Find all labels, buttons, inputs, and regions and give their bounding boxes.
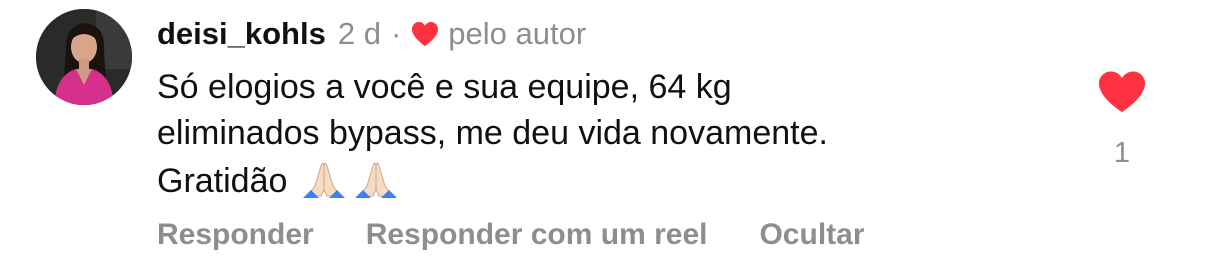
like-heart-icon[interactable] xyxy=(1097,70,1147,114)
comment-text-line: Gratidão xyxy=(157,162,288,200)
comment-text-line: eliminados bypass, me deu vida novamente… xyxy=(157,114,828,152)
avatar-image xyxy=(36,9,132,105)
folded-hands-emoji-icon xyxy=(301,156,347,198)
comment-header: deisi_kohls 2 d · pelo autor xyxy=(157,14,586,54)
like-count[interactable]: 1 xyxy=(1095,136,1149,170)
username-link[interactable]: deisi_kohls xyxy=(157,16,326,52)
comment-item: deisi_kohls 2 d · pelo autor Só elogios … xyxy=(0,0,1206,261)
comment-text-line: Só elogios a você e sua equipe, 64 kg xyxy=(157,68,732,106)
comment-like-area: 1 xyxy=(1095,70,1149,170)
folded-hands-emoji-icon xyxy=(353,156,399,198)
comment-actions: Responder Responder com um reel Ocultar xyxy=(157,218,865,252)
reply-with-reel-button[interactable]: Responder com um reel xyxy=(366,218,708,252)
comment-timestamp: 2 d xyxy=(337,16,381,51)
comment-text-line-with-emoji: Gratidão xyxy=(157,156,1057,204)
comment-text: Só elogios a você e sua equipe, 64 kg el… xyxy=(157,64,1057,204)
hide-button[interactable]: Ocultar xyxy=(759,218,864,252)
author-liked-heart-icon xyxy=(411,21,439,47)
reply-button[interactable]: Responder xyxy=(157,218,314,252)
liked-by-author-label: pelo autor xyxy=(448,16,587,51)
separator-dot: · xyxy=(390,16,402,51)
avatar[interactable] xyxy=(36,9,132,105)
